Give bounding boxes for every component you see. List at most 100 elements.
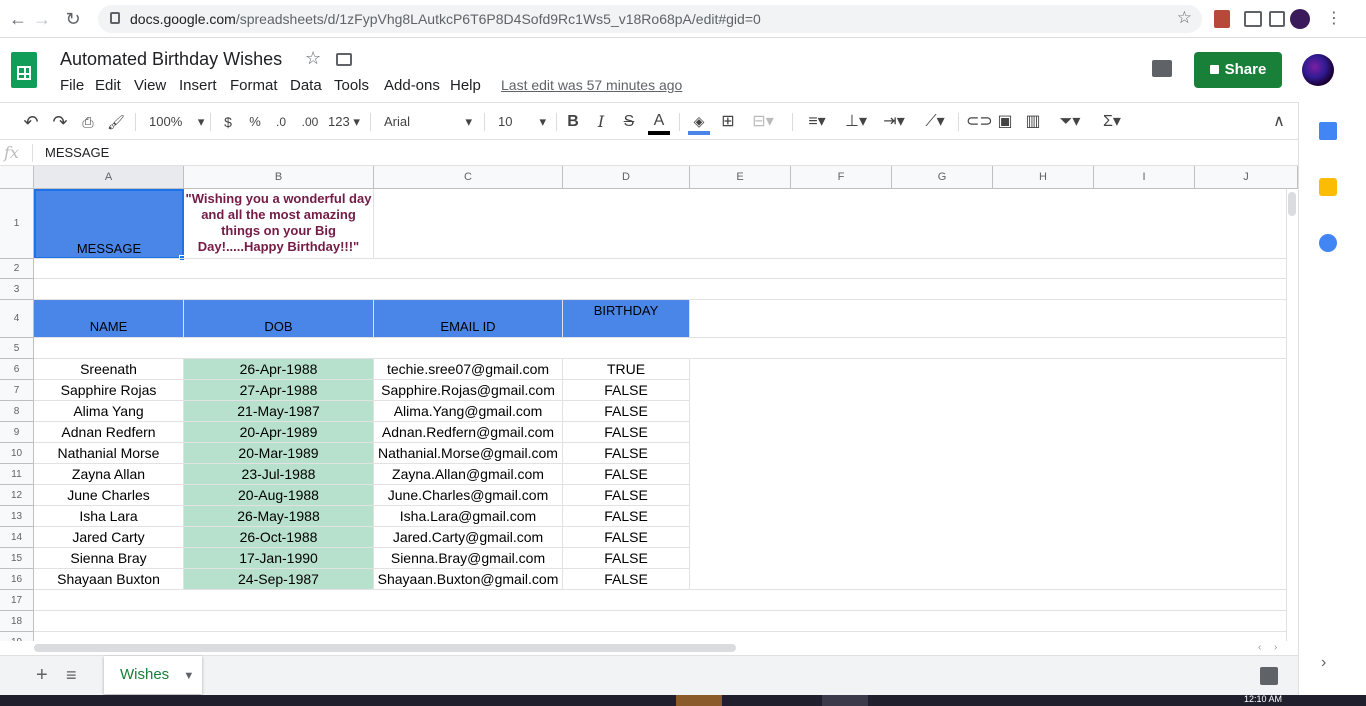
taskbar-app-icon[interactable] bbox=[822, 695, 868, 706]
cell-b1-message[interactable]: "Wishing you a wonderful day and all the… bbox=[184, 189, 374, 259]
menu-help[interactable]: Help bbox=[450, 77, 481, 94]
cell-dob[interactable]: 21-May-1987 bbox=[184, 401, 374, 422]
cell-dob[interactable]: 20-Aug-1988 bbox=[184, 485, 374, 506]
cell-email[interactable]: Sienna.Bray@gmail.com bbox=[374, 548, 563, 569]
menu-view[interactable]: View bbox=[134, 77, 166, 94]
row-header-19[interactable]: 19 bbox=[0, 632, 34, 641]
cell-birthday[interactable]: FALSE bbox=[563, 401, 690, 422]
row-header-6[interactable]: 6 bbox=[0, 359, 34, 380]
expand-panel-icon[interactable]: › bbox=[1321, 654, 1326, 672]
keep-icon[interactable] bbox=[1319, 178, 1337, 196]
menu-tools[interactable]: Tools bbox=[334, 77, 369, 94]
all-sheets-button[interactable]: ≡ bbox=[66, 665, 77, 686]
insert-comment-icon[interactable]: ▣ bbox=[995, 111, 1015, 133]
menu-format[interactable]: Format bbox=[230, 77, 278, 94]
sheets-logo-icon[interactable] bbox=[11, 52, 37, 88]
cell-name[interactable]: Jared Carty bbox=[34, 527, 184, 548]
reload-icon[interactable]: ↻ bbox=[61, 7, 85, 31]
cell-name[interactable]: Sapphire Rojas bbox=[34, 380, 184, 401]
column-header-a[interactable]: A bbox=[34, 166, 184, 189]
header-email[interactable]: EMAIL ID bbox=[374, 300, 563, 338]
redo-icon[interactable]: ↷ bbox=[49, 111, 71, 133]
row-header-13[interactable]: 13 bbox=[0, 506, 34, 527]
header-birthday[interactable]: BIRTHDAY bbox=[563, 300, 690, 338]
cell-dob[interactable]: 27-Apr-1988 bbox=[184, 380, 374, 401]
cell-email[interactable]: Sapphire.Rojas@gmail.com bbox=[374, 380, 563, 401]
cell-birthday[interactable]: FALSE bbox=[563, 527, 690, 548]
column-header-f[interactable]: F bbox=[791, 166, 892, 189]
back-icon[interactable]: ← bbox=[6, 7, 30, 31]
cell-birthday[interactable]: FALSE bbox=[563, 485, 690, 506]
column-header-g[interactable]: G bbox=[892, 166, 993, 189]
cell-birthday[interactable]: FALSE bbox=[563, 422, 690, 443]
cell-name[interactable]: Shayaan Buxton bbox=[34, 569, 184, 590]
zoom-select[interactable]: 100% ▾ bbox=[149, 111, 204, 133]
cell-name[interactable]: Sienna Bray bbox=[34, 548, 184, 569]
cell-email[interactable]: Nathanial.Morse@gmail.com bbox=[374, 443, 563, 464]
select-all-corner[interactable] bbox=[0, 166, 34, 189]
row-header-15[interactable]: 15 bbox=[0, 548, 34, 569]
share-button[interactable]: Share bbox=[1194, 52, 1282, 88]
cell-birthday[interactable]: FALSE bbox=[563, 380, 690, 401]
cell-birthday[interactable]: FALSE bbox=[563, 506, 690, 527]
text-color-button[interactable]: A bbox=[648, 111, 670, 135]
column-header-b[interactable]: B bbox=[184, 166, 374, 189]
strikethrough-button[interactable]: S bbox=[619, 111, 639, 133]
column-header-h[interactable]: H bbox=[993, 166, 1094, 189]
collapse-toolbar-icon[interactable]: ∧ bbox=[1268, 111, 1290, 133]
account-avatar[interactable] bbox=[1302, 54, 1334, 86]
row-header-1[interactable]: 1 bbox=[0, 189, 34, 259]
calendar-icon[interactable] bbox=[1319, 122, 1337, 140]
cell-dob[interactable]: 26-May-1988 bbox=[184, 506, 374, 527]
cell-a1[interactable]: MESSAGE bbox=[34, 189, 184, 259]
row-header-12[interactable]: 12 bbox=[0, 485, 34, 506]
column-header-d[interactable]: D bbox=[563, 166, 690, 189]
sheet-tab-wishes[interactable]: Wishes ▼ bbox=[104, 656, 202, 694]
more-formats-select[interactable]: 123 ▾ bbox=[328, 111, 360, 133]
cell-name[interactable]: Isha Lara bbox=[34, 506, 184, 527]
menu-data[interactable]: Data bbox=[290, 77, 322, 94]
vertical-align-icon[interactable]: ⊥▾ bbox=[840, 111, 872, 133]
pdf-extension-icon[interactable] bbox=[1214, 10, 1230, 28]
cell-name[interactable]: June Charles bbox=[34, 485, 184, 506]
scroll-left-icon[interactable]: ‹ bbox=[1258, 642, 1261, 653]
cell-dob[interactable]: 26-Apr-1988 bbox=[184, 359, 374, 380]
row-header-9[interactable]: 9 bbox=[0, 422, 34, 443]
cell-dob[interactable]: 20-Mar-1989 bbox=[184, 443, 374, 464]
cell-dob[interactable]: 23-Jul-1988 bbox=[184, 464, 374, 485]
cell-birthday[interactable]: FALSE bbox=[563, 443, 690, 464]
functions-icon[interactable]: Σ▾ bbox=[1096, 111, 1128, 133]
cell-dob[interactable]: 24-Sep-1987 bbox=[184, 569, 374, 590]
cell-dob[interactable]: 20-Apr-1989 bbox=[184, 422, 374, 443]
vertical-scrollbar-thumb[interactable] bbox=[1288, 192, 1296, 216]
row-header-10[interactable]: 10 bbox=[0, 443, 34, 464]
italic-button[interactable]: I bbox=[591, 111, 611, 133]
profile-avatar-icon[interactable] bbox=[1290, 9, 1310, 29]
row-header-2[interactable]: 2 bbox=[0, 259, 34, 279]
filter-icon[interactable]: ⏷▾ bbox=[1052, 111, 1088, 133]
document-title[interactable]: Automated Birthday Wishes bbox=[60, 49, 282, 70]
column-header-c[interactable]: C bbox=[374, 166, 563, 189]
row-header-4[interactable]: 4 bbox=[0, 300, 34, 338]
row-header-7[interactable]: 7 bbox=[0, 380, 34, 401]
chevron-down-icon[interactable]: ▼ bbox=[183, 670, 194, 682]
cell-email[interactable]: Alima.Yang@gmail.com bbox=[374, 401, 563, 422]
text-rotation-icon[interactable]: ⟋▾ bbox=[918, 111, 952, 133]
move-folder-icon[interactable] bbox=[336, 53, 352, 66]
cell-name[interactable]: Nathanial Morse bbox=[34, 443, 184, 464]
cell-birthday[interactable]: FALSE bbox=[563, 464, 690, 485]
header-dob[interactable]: DOB bbox=[184, 300, 374, 338]
bold-button[interactable]: B bbox=[563, 111, 583, 133]
insert-link-icon[interactable]: ⊂⊃ bbox=[966, 111, 993, 133]
comments-icon[interactable] bbox=[1152, 60, 1172, 77]
row-header-16[interactable]: 16 bbox=[0, 569, 34, 590]
font-size-select[interactable]: 10 ▾ bbox=[498, 111, 548, 133]
save-page-icon[interactable] bbox=[1269, 11, 1285, 27]
print-icon[interactable]: ⎙ bbox=[77, 111, 99, 133]
header-name[interactable]: NAME bbox=[34, 300, 184, 338]
column-header-i[interactable]: I bbox=[1094, 166, 1195, 189]
insert-chart-icon[interactable]: ▥ bbox=[1023, 111, 1043, 133]
row-header-11[interactable]: 11 bbox=[0, 464, 34, 485]
cell-birthday[interactable]: TRUE bbox=[563, 359, 690, 380]
cell-email[interactable]: June.Charles@gmail.com bbox=[374, 485, 563, 506]
